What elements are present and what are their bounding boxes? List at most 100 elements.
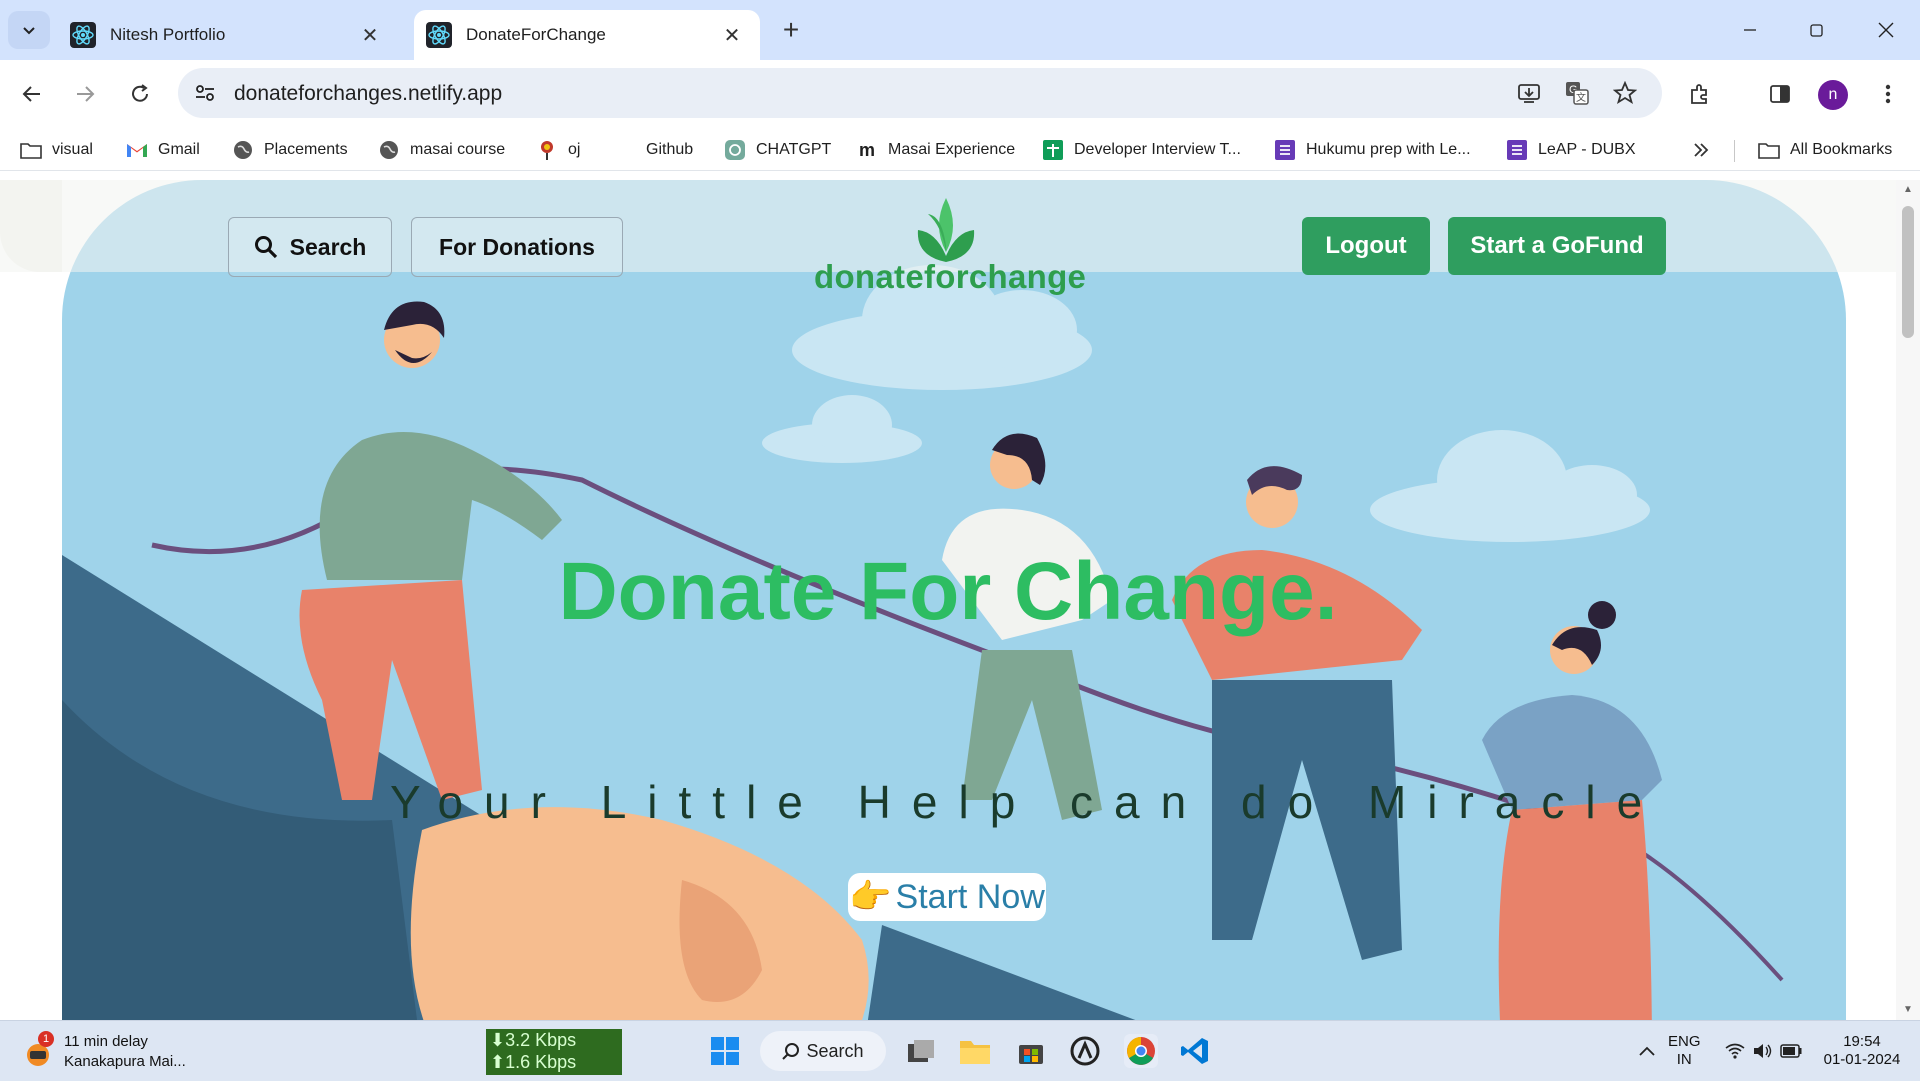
for-donations-label: For Donations bbox=[439, 233, 595, 260]
close-icon[interactable]: ✕ bbox=[718, 21, 746, 49]
bookmark-chatgpt[interactable]: CHATGPT bbox=[724, 136, 831, 164]
tab-nitesh-portfolio[interactable]: Nitesh Portfolio ✕ bbox=[58, 10, 398, 60]
bookmark-developer-interview[interactable]: Developer Interview T... bbox=[1042, 136, 1241, 164]
battery-icon[interactable] bbox=[1774, 1034, 1808, 1068]
close-window-button[interactable] bbox=[1866, 14, 1906, 46]
app-icon[interactable] bbox=[1068, 1034, 1102, 1068]
site-settings-icon[interactable] bbox=[190, 78, 220, 108]
bookmark-masai-course[interactable]: masai course bbox=[378, 136, 505, 164]
divider bbox=[1734, 140, 1735, 162]
folder-icon bbox=[20, 139, 42, 161]
forward-arrow-icon bbox=[77, 86, 95, 102]
traffic-widget[interactable]: 1 11 min delay Kanakapura Mai... bbox=[24, 1031, 204, 1071]
kebab-menu-icon bbox=[1885, 84, 1891, 104]
tab-donateforchange[interactable]: DonateForChange ✕ bbox=[414, 10, 760, 60]
search-icon bbox=[782, 1043, 800, 1060]
forward-button[interactable] bbox=[65, 74, 105, 114]
bookmark-masai-experience[interactable]: m Masai Experience bbox=[856, 136, 1015, 164]
react-icon bbox=[70, 22, 96, 48]
back-button[interactable] bbox=[12, 74, 52, 114]
scrollbar-thumb[interactable] bbox=[1902, 206, 1914, 338]
address-bar[interactable]: donateforchanges.netlify.app G文 bbox=[178, 68, 1662, 118]
page-scrollbar[interactable]: ▲ ▼ bbox=[1896, 180, 1920, 1020]
windows-start-icon[interactable] bbox=[708, 1034, 742, 1068]
all-bookmarks[interactable]: All Bookmarks bbox=[1758, 136, 1892, 164]
masai-icon: m bbox=[858, 139, 875, 160]
translate-icon[interactable]: G文 bbox=[1562, 78, 1592, 108]
globe-icon bbox=[232, 139, 254, 161]
search-icon bbox=[254, 236, 277, 259]
bookmark-leap-dubx[interactable]: LeAP - DUBX bbox=[1506, 136, 1636, 164]
tab-search-button[interactable] bbox=[8, 11, 50, 49]
network-speed-meter: ⬇3.2 Kbps ⬆1.6 Kbps bbox=[486, 1029, 622, 1075]
for-donations-button[interactable]: For Donations bbox=[411, 217, 623, 277]
hero-tagline: Your Little Help can do Miracle bbox=[390, 776, 1664, 828]
search-button[interactable]: Search bbox=[228, 217, 392, 277]
react-icon bbox=[426, 22, 452, 48]
oj-icon bbox=[536, 139, 558, 161]
tab-title: DonateForChange bbox=[466, 25, 606, 44]
person-figure bbox=[1172, 466, 1422, 960]
start-now-label: Start Now bbox=[895, 877, 1045, 916]
restore-icon bbox=[1810, 24, 1823, 37]
minimize-icon bbox=[1744, 29, 1756, 31]
logout-button[interactable]: Logout bbox=[1302, 217, 1430, 275]
extensions-button[interactable] bbox=[1680, 74, 1720, 114]
double-chevron-right-icon bbox=[1690, 139, 1712, 161]
forms-icon bbox=[1274, 139, 1296, 161]
scroll-up-icon[interactable]: ▲ bbox=[1902, 184, 1914, 195]
microsoft-store-icon[interactable] bbox=[1014, 1034, 1048, 1068]
close-icon[interactable]: ✕ bbox=[356, 21, 384, 49]
menu-button[interactable] bbox=[1868, 74, 1908, 114]
close-icon bbox=[1878, 22, 1894, 38]
folder-icon bbox=[1758, 139, 1780, 161]
github-icon bbox=[614, 139, 636, 161]
bookmark-oj[interactable]: oj bbox=[536, 136, 580, 164]
clock[interactable]: 19:54 01-01-2024 bbox=[1822, 1033, 1902, 1069]
task-view-icon[interactable] bbox=[904, 1034, 938, 1068]
chrome-icon[interactable] bbox=[1124, 1034, 1158, 1068]
hero-headline: Donate For Change. bbox=[558, 546, 1338, 637]
side-panel-button[interactable] bbox=[1760, 74, 1800, 114]
back-arrow-icon bbox=[22, 86, 40, 102]
bookmark-gmail[interactable]: Gmail bbox=[126, 136, 200, 164]
globe-icon bbox=[378, 139, 400, 161]
file-explorer-icon[interactable] bbox=[958, 1034, 992, 1068]
vscode-icon[interactable] bbox=[1178, 1034, 1212, 1068]
minimize-button[interactable] bbox=[1730, 14, 1770, 46]
windows-taskbar: 1 11 min delay Kanakapura Mai... ⬇3.2 Kb… bbox=[0, 1020, 1920, 1081]
bookmark-hukumu-prep[interactable]: Hukumu prep with Le... bbox=[1274, 136, 1471, 164]
web-page: Search For Donations donateforchange Log… bbox=[0, 180, 1896, 1020]
tab-title: Nitesh Portfolio bbox=[110, 25, 226, 44]
bookmarks-bar: visual Gmail Placements masai course oj … bbox=[0, 128, 1920, 171]
logo-text: donateforchange bbox=[814, 258, 1087, 295]
star-bookmark-icon[interactable] bbox=[1610, 78, 1640, 108]
sheets-icon bbox=[1042, 139, 1064, 161]
bookmark-placements[interactable]: Placements bbox=[232, 136, 348, 164]
bookmark-github[interactable]: Github bbox=[614, 136, 693, 164]
chevron-up-icon bbox=[1639, 1046, 1655, 1056]
show-hidden-icons[interactable] bbox=[1630, 1034, 1664, 1068]
puzzle-icon bbox=[1691, 84, 1707, 104]
new-tab-button[interactable]: + bbox=[776, 14, 806, 45]
scroll-down-icon[interactable]: ▼ bbox=[1902, 1004, 1914, 1015]
taskbar-search[interactable]: Search bbox=[760, 1031, 886, 1071]
language-indicator[interactable]: ENG IN bbox=[1668, 1033, 1701, 1069]
restore-button[interactable] bbox=[1797, 14, 1837, 46]
chevron-down-icon bbox=[23, 27, 35, 35]
install-app-icon[interactable] bbox=[1514, 78, 1544, 108]
tab-strip: Nitesh Portfolio ✕ DonateForChange ✕ + bbox=[0, 0, 1920, 60]
reload-button[interactable] bbox=[120, 74, 160, 114]
profile-avatar[interactable]: n bbox=[1818, 80, 1848, 110]
start-gofund-button[interactable]: Start a GoFund bbox=[1448, 217, 1666, 275]
bookmarks-overflow-button[interactable] bbox=[1690, 136, 1722, 164]
browser-toolbar: donateforchanges.netlify.app G文 bbox=[0, 60, 1920, 128]
pointing-hand-icon: 👉 bbox=[849, 878, 892, 916]
gmail-icon bbox=[126, 139, 148, 161]
forms-icon bbox=[1506, 139, 1528, 161]
bookmark-visual[interactable]: visual bbox=[20, 136, 93, 164]
search-button-label: Search bbox=[289, 233, 367, 260]
url-text: donateforchanges.netlify.app bbox=[234, 82, 503, 105]
start-now-button[interactable]: 👉 Start Now bbox=[848, 873, 1046, 921]
cloud-shapes bbox=[762, 265, 1650, 542]
